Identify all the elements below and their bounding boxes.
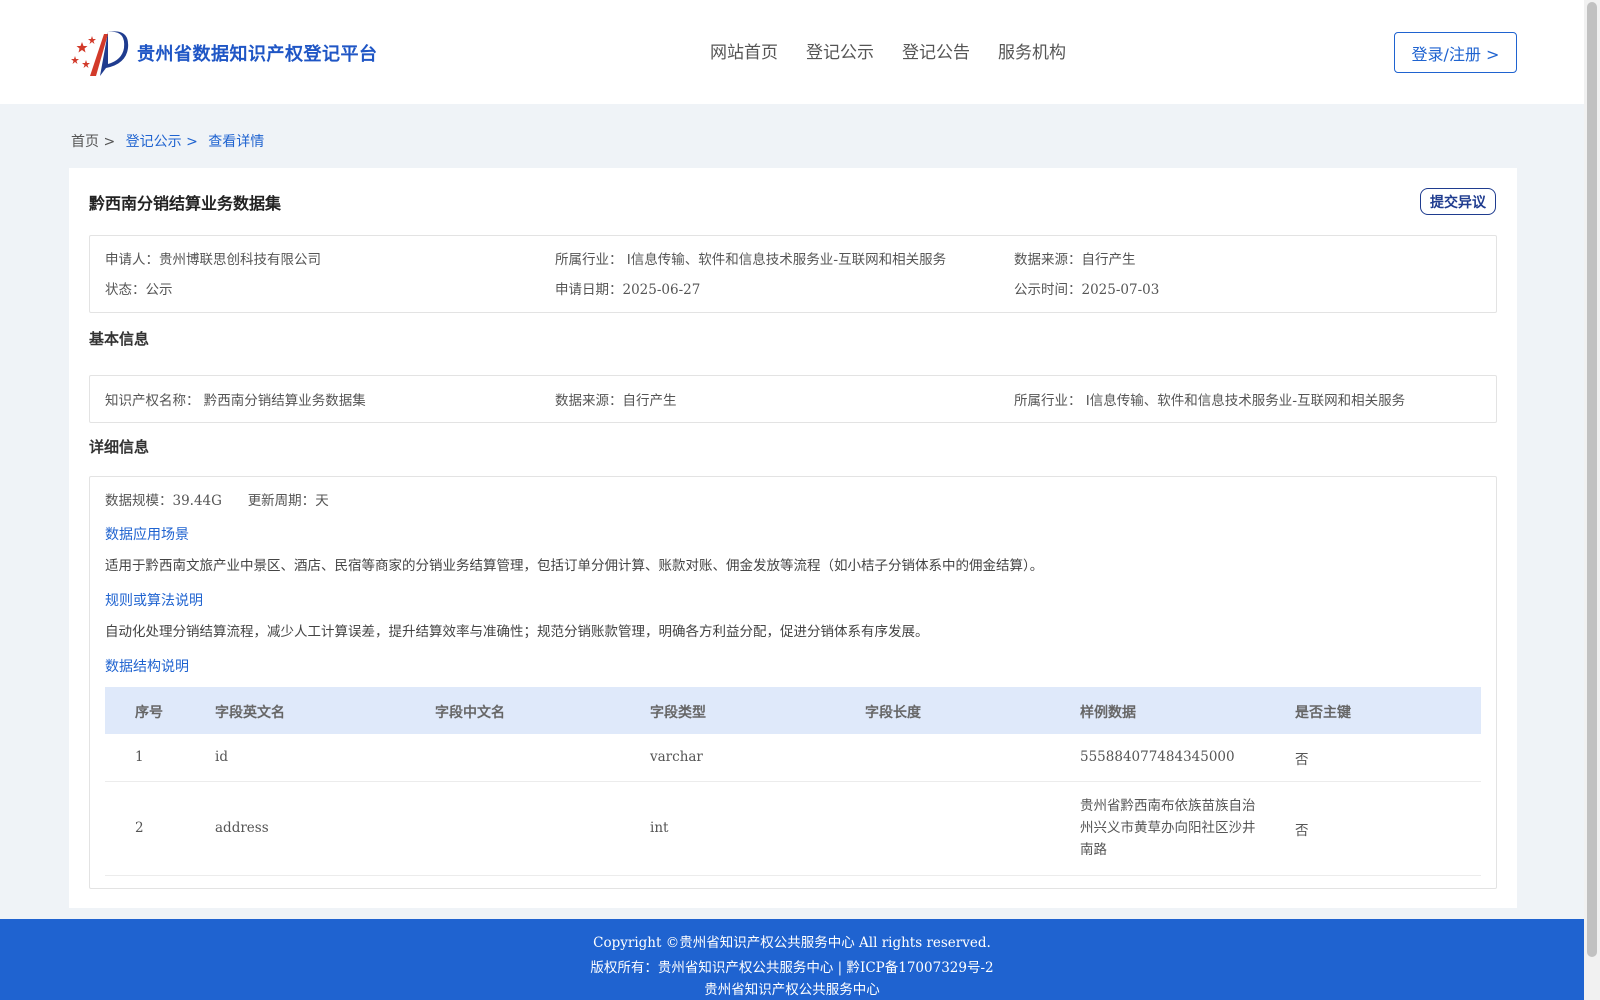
source-label: 数据来源：	[1014, 252, 1082, 268]
ip-name-label: 知识产权名称：	[105, 393, 200, 409]
scenario-text: 适用于黔西南文旅产业中景区、酒店、民宿等商家的分销业务结算管理，包括订单分佣计算…	[105, 558, 1044, 574]
page-title: 黔西南分销结算业务数据集	[89, 194, 282, 213]
footer-copyright: Copyright ©贵州省知识产权公共服务中心 All rights rese…	[593, 935, 991, 951]
site-header: 贵州省数据知识产权登记平台 网站首页 登记公示 登记公告 服务机构 登录/注册 …	[0, 0, 1584, 104]
update-cycle-value: 天	[315, 493, 329, 509]
publish-time-field: 公示时间：2025-07-03	[1014, 278, 1159, 298]
applicant-value: 贵州博联思创科技有限公司	[159, 252, 321, 268]
structure-title: 数据结构说明	[105, 659, 189, 675]
cell-sample-data: 贵州省黔西南布依族苗族自治州兴义市黄草办向阳社区沙井南路	[1080, 798, 1256, 858]
cell-index: 1	[135, 749, 144, 765]
source-value: 自行产生	[1081, 252, 1136, 268]
breadcrumb-publicity[interactable]: 登记公示 >	[126, 134, 198, 150]
col-english-name: 字段英文名	[215, 705, 285, 721]
apply-date-field: 申请日期：2025-06-27	[555, 278, 700, 298]
applicant-field: 申请人：贵州博联思创科技有限公司	[105, 248, 321, 268]
publish-time-label: 公示时间：	[1014, 282, 1082, 298]
basic-industry-label: 所属行业：	[1014, 393, 1082, 409]
industry-field: 所属行业： I信息传输、软件和信息技术服务业-互联网和相关服务	[555, 248, 946, 268]
cell-english-name: address	[215, 820, 269, 836]
scrollbar-thumb[interactable]	[1587, 2, 1597, 957]
footer-organization: 贵州省知识产权公共服务中心	[704, 982, 880, 998]
basic-info-title: 基本信息	[89, 330, 150, 348]
platform-logo-icon[interactable]	[70, 26, 130, 78]
summary-box: 申请人：贵州博联思创科技有限公司 所属行业： I信息传输、软件和信息技术服务业-…	[89, 235, 1497, 313]
basic-info-box: 知识产权名称： 黔西南分销结算业务数据集 数据来源：自行产生 所属行业： I信息…	[89, 375, 1497, 423]
basic-industry-field: 所属行业： I信息传输、软件和信息技术服务业-互联网和相关服务	[1014, 389, 1405, 409]
basic-source-value: 自行产生	[622, 393, 677, 409]
cell-primary-key: 否	[1295, 823, 1309, 839]
table-row: 1 id varchar 555884077484345000 否	[105, 734, 1481, 782]
apply-date-value: 2025-06-27	[622, 282, 701, 298]
industry-value: I信息传输、软件和信息技术服务业-互联网和相关服务	[626, 252, 947, 268]
cell-field-type: varchar	[650, 749, 703, 765]
status-label: 状态：	[105, 282, 146, 298]
cell-index: 2	[135, 820, 144, 836]
update-cycle-label: 更新周期：	[247, 493, 316, 509]
platform-name[interactable]: 贵州省数据知识产权登记平台	[137, 40, 378, 66]
breadcrumb-current: 查看详情	[208, 134, 265, 150]
industry-label: 所属行业：	[555, 252, 623, 268]
col-chinese-name: 字段中文名	[435, 705, 505, 721]
nav-home[interactable]: 网站首页	[710, 38, 778, 63]
detail-info-box: 数据规模：39.44G 更新周期：天 数据应用场景 适用于黔西南文旅产业中景区、…	[89, 476, 1497, 889]
nav-registration-announcement[interactable]: 登记公告	[902, 38, 970, 63]
applicant-label: 申请人：	[105, 252, 159, 268]
nav-service-agencies[interactable]: 服务机构	[998, 38, 1066, 63]
col-field-length: 字段长度	[865, 705, 921, 721]
breadcrumb: 首页 > 登记公示 > 查看详情	[71, 131, 270, 151]
table-row: 2 address int 贵州省黔西南布依族苗族自治州兴义市黄草办向阳社区沙井…	[105, 782, 1481, 876]
source-field: 数据来源：自行产生	[1014, 248, 1136, 268]
login-register-button[interactable]: 登录/注册 >	[1394, 32, 1517, 73]
page-scrollbar[interactable]	[1584, 0, 1600, 1000]
cell-primary-key: 否	[1295, 752, 1309, 768]
cell-field-type: int	[650, 820, 669, 836]
cell-sample-data: 555884077484345000	[1080, 749, 1235, 765]
publish-time-value: 2025-07-03	[1081, 282, 1160, 298]
rules-title: 规则或算法说明	[105, 593, 203, 609]
breadcrumb-home[interactable]: 首页 >	[71, 134, 115, 150]
detail-info-title: 详细信息	[89, 438, 150, 456]
basic-industry-value: I信息传输、软件和信息技术服务业-互联网和相关服务	[1085, 393, 1406, 409]
scenario-title: 数据应用场景	[105, 527, 189, 543]
data-scale-label: 数据规模：	[105, 493, 173, 509]
footer-icp[interactable]: 版权所有：贵州省知识产权公共服务中心 | 黔ICP备17007329号-2	[0, 956, 1584, 976]
submit-objection-button[interactable]: 提交异议	[1420, 188, 1496, 215]
site-footer: Copyright ©贵州省知识产权公共服务中心 All rights rese…	[0, 919, 1584, 1000]
col-sample-data: 样例数据	[1080, 705, 1136, 721]
ip-name-field: 知识产权名称： 黔西南分销结算业务数据集	[105, 389, 366, 409]
ip-name-value: 黔西南分销结算业务数据集	[203, 393, 366, 409]
basic-source-label: 数据来源：	[555, 393, 623, 409]
status-value: 公示	[145, 282, 173, 298]
structure-table-header: 序号 字段英文名 字段中文名 字段类型 字段长度 样例数据 是否主键	[105, 687, 1481, 734]
data-scale-value: 39.44G	[172, 493, 222, 509]
data-scale-field: 数据规模：39.44G 更新周期：天	[105, 489, 329, 509]
apply-date-label: 申请日期：	[555, 282, 623, 298]
nav-registration-publicity[interactable]: 登记公示	[806, 38, 874, 63]
cell-english-name: id	[215, 749, 228, 765]
rules-text: 自动化处理分销结算流程，减少人工计算误差，提升结算效率与准确性；规范分销账款管理…	[105, 624, 929, 640]
col-primary-key: 是否主键	[1295, 705, 1351, 721]
status-field: 状态：公示	[105, 278, 173, 298]
basic-source-field: 数据来源：自行产生	[555, 389, 677, 409]
main-nav: 网站首页 登记公示 登记公告 服务机构	[710, 38, 1094, 63]
col-field-type: 字段类型	[650, 705, 706, 721]
col-index: 序号	[135, 705, 163, 721]
detail-card: 黔西南分销结算业务数据集 提交异议 申请人：贵州博联思创科技有限公司 所属行业：…	[69, 168, 1517, 908]
